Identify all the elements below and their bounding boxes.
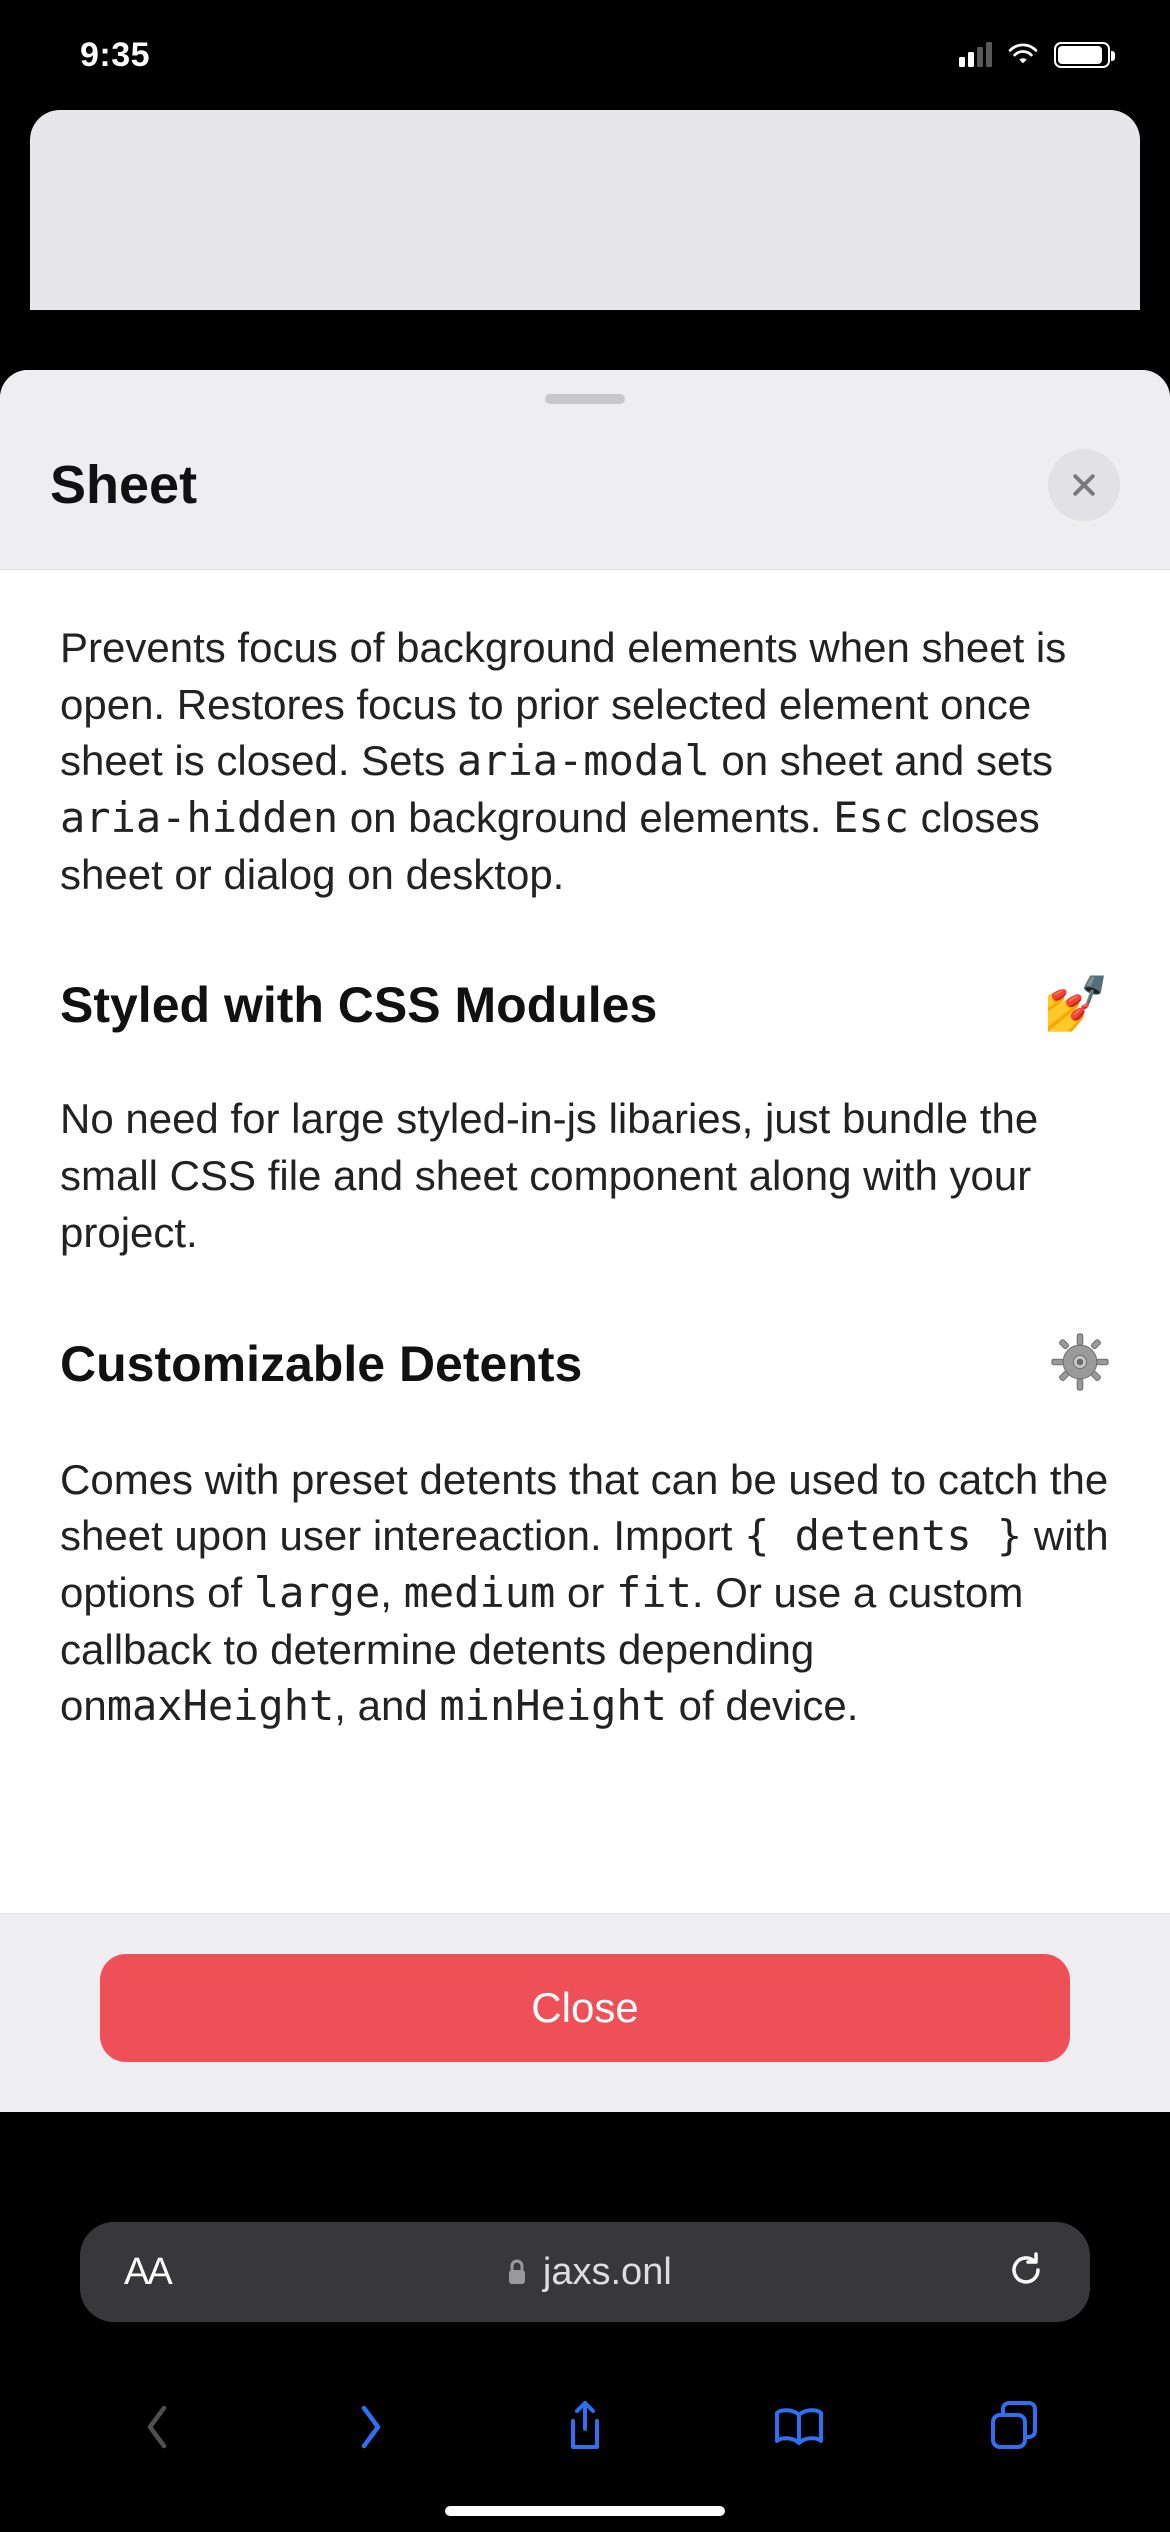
sheet-grabber[interactable] <box>545 394 625 404</box>
battery-icon <box>1054 42 1110 68</box>
heading-detents: Customizable Detents <box>60 1335 582 1393</box>
safari-address-bar: AA jaxs.onl <box>0 2222 1170 2342</box>
section-heading-detents: Customizable Detents <box>60 1332 1110 1397</box>
tabs-icon <box>987 2401 1039 2453</box>
wifi-icon <box>1006 43 1040 67</box>
close-icon <box>1069 470 1099 500</box>
status-bar: 9:35 <box>0 0 1170 110</box>
cellular-icon <box>959 43 992 67</box>
css-paragraph: No need for large styled-in-js libaries,… <box>60 1091 1110 1261</box>
reload-button[interactable] <box>1006 2250 1046 2295</box>
url-text: jaxs.onl <box>543 2251 672 2294</box>
share-icon <box>563 2399 607 2455</box>
sheet-body[interactable]: Prevents focus of background elements wh… <box>0 570 1170 1913</box>
close-button[interactable] <box>1048 449 1120 521</box>
close-sheet-button[interactable]: Close <box>100 1954 1070 2062</box>
sheet-title: Sheet <box>50 454 197 516</box>
nail-polish-icon: 💅 <box>1043 973 1110 1036</box>
share-button[interactable] <box>557 2399 613 2455</box>
sheet: Sheet Prevents focus of background eleme… <box>0 370 1170 2112</box>
chevron-left-icon <box>142 2402 172 2452</box>
detents-paragraph: Comes with preset detents that can be us… <box>60 1452 1110 1735</box>
sheet-header: Sheet <box>0 370 1170 570</box>
chevron-right-icon <box>356 2402 386 2452</box>
gear-icon <box>1050 1332 1110 1397</box>
status-icons <box>959 42 1110 68</box>
forward-button[interactable] <box>343 2399 399 2455</box>
lock-icon <box>505 2258 529 2286</box>
back-button[interactable] <box>129 2399 185 2455</box>
safari-toolbar <box>0 2362 1170 2492</box>
sheet-footer: Close <box>0 1913 1170 2112</box>
text-size-button[interactable]: AA <box>124 2251 171 2294</box>
heading-css-modules: Styled with CSS Modules <box>60 976 657 1034</box>
bookmarks-button[interactable] <box>771 2399 827 2455</box>
section-heading-css: Styled with CSS Modules 💅 <box>60 973 1110 1036</box>
status-time: 9:35 <box>80 36 150 75</box>
intro-paragraph: Prevents focus of background elements wh… <box>60 620 1110 903</box>
home-indicator[interactable] <box>445 2506 725 2516</box>
reload-icon <box>1006 2250 1046 2290</box>
book-icon <box>771 2405 827 2449</box>
tabs-button[interactable] <box>985 2399 1041 2455</box>
url-pill[interactable]: AA jaxs.onl <box>80 2222 1090 2322</box>
